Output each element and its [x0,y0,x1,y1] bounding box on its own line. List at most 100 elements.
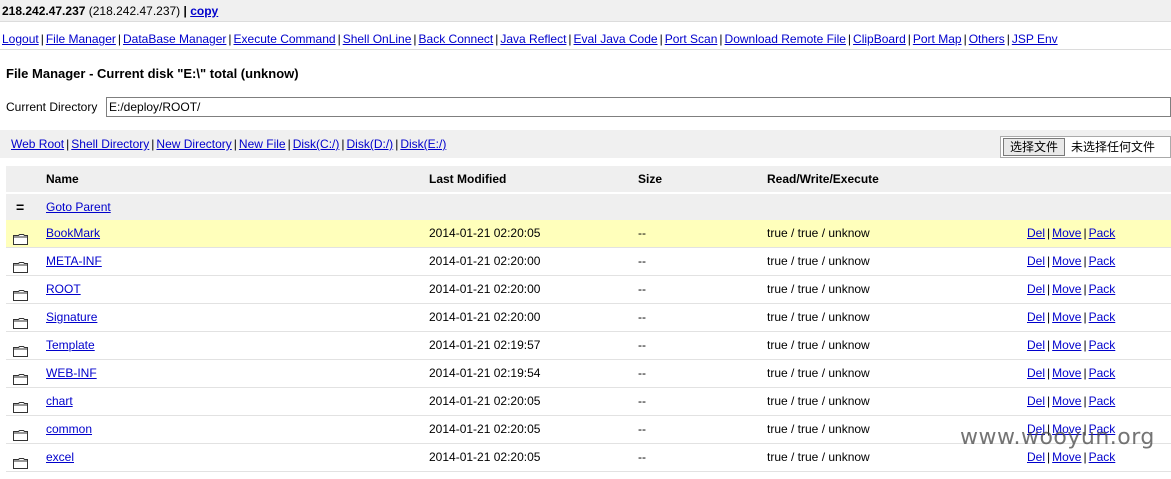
header-size: Size [638,172,663,186]
menu-separator: | [40,32,44,46]
menu-java-reflect[interactable]: Java Reflect [500,32,566,46]
delete-link[interactable]: Del [1027,338,1045,352]
table-row: META-INF 2014-01-21 02:20:00 -- true / true… [6,248,1171,276]
menu-port-map[interactable]: Port Map [913,32,962,46]
menu-clipboard[interactable]: ClipBoard [853,32,906,46]
file-size: -- [638,310,646,324]
copy-link[interactable]: copy [190,4,218,18]
file-name-link[interactable]: META-INF [46,248,102,275]
folder-icon [13,256,28,273]
file-name-link[interactable]: Template [46,332,95,359]
quick-link-disk-c[interactable]: Disk(C:/) [293,137,340,151]
folder-icon [13,424,28,441]
file-last-modified: 2014-01-21 02:20:00 [429,282,541,296]
table-row: chart 2014-01-21 02:20:05 -- true / true / … [6,388,1171,416]
action-separator: | [1083,394,1087,408]
pack-link[interactable]: Pack [1089,254,1116,268]
file-permissions: true / true / unknow [767,282,870,296]
delete-link[interactable]: Del [1027,254,1045,268]
delete-link[interactable]: Del [1027,282,1045,296]
file-name-link[interactable]: Signature [46,304,97,331]
current-directory-input[interactable] [106,97,1171,117]
quick-link-web-root[interactable]: Web Root [11,137,64,151]
file-toolbar: Web Root | Shell Directory | New Directory | N… [0,130,1171,158]
file-name-link[interactable]: WEB-INF [46,360,97,387]
quick-link-separator: | [287,137,291,151]
pack-link[interactable]: Pack [1089,450,1116,464]
quick-link-disk-e[interactable]: Disk(E:/) [400,137,446,151]
file-permissions: true / true / unknow [767,366,870,380]
host-ip-paren: (218.242.47.237) [88,4,181,18]
menu-download-remote-file[interactable]: Download Remote File [725,32,846,46]
delete-link[interactable]: Del [1027,366,1045,380]
file-name-link[interactable]: common [46,416,92,443]
menu-others[interactable]: Others [969,32,1005,46]
quick-link-new-directory[interactable]: New Directory [156,137,231,151]
file-name-link[interactable]: excel [46,444,74,471]
file-name-link[interactable]: BookMark [46,220,100,247]
folder-icon [13,312,28,329]
quick-link-disk-d[interactable]: Disk(D:/) [347,137,394,151]
pack-link[interactable]: Pack [1089,226,1116,240]
menu-back-connect[interactable]: Back Connect [419,32,494,46]
menu-separator: | [907,32,911,46]
quick-link-shell-directory[interactable]: Shell Directory [71,137,149,151]
file-size: -- [638,450,646,464]
menu-separator: | [228,32,232,46]
delete-link[interactable]: Del [1027,450,1045,464]
delete-link[interactable]: Del [1027,394,1045,408]
pack-link[interactable]: Pack [1089,338,1116,352]
file-last-modified: 2014-01-21 02:20:05 [429,450,541,464]
menu-port-scan[interactable]: Port Scan [665,32,718,46]
file-actions: Del | Move | Pack [1027,220,1115,247]
file-permissions: true / true / unknow [767,310,870,324]
quick-link-separator: | [341,137,345,151]
menu-execute-command[interactable]: Execute Command [234,32,336,46]
move-link[interactable]: Move [1052,338,1081,352]
menu-separator: | [847,32,852,46]
host-ip: 218.242.47.237 [2,4,86,18]
pack-link[interactable]: Pack [1089,366,1116,380]
file-upload[interactable]: 选择文件 未选择任何文件 [1000,136,1171,158]
folder-icon [13,284,28,301]
file-name-link[interactable]: ROOT [46,276,81,303]
menu-logout[interactable]: Logout [2,32,39,46]
file-last-modified: 2014-01-21 02:20:00 [429,310,541,324]
file-last-modified: 2014-01-21 02:19:57 [429,338,541,352]
move-link[interactable]: Move [1052,226,1081,240]
file-name-link[interactable]: chart [46,388,73,415]
menu-shell-online[interactable]: Shell OnLine [343,32,412,46]
file-actions: Del | Move | Pack [1027,388,1115,415]
menu-jsp-env[interactable]: JSP Env [1012,32,1058,46]
move-link[interactable]: Move [1052,282,1081,296]
move-link[interactable]: Move [1052,394,1081,408]
goto-parent-link[interactable]: Goto Parent [46,194,111,220]
move-link[interactable]: Move [1052,254,1081,268]
action-separator: | [1083,226,1087,240]
move-link[interactable]: Move [1052,310,1081,324]
quick-link-new-file[interactable]: New File [239,137,286,151]
file-size: -- [638,338,646,352]
page-title: File Manager - Current disk "E:\" total … [6,66,299,81]
file-actions: Del | Move | Pack [1027,248,1115,275]
pack-link[interactable]: Pack [1089,310,1116,324]
menu-separator: | [1006,32,1010,46]
move-link[interactable]: Move [1052,450,1081,464]
pack-link[interactable]: Pack [1089,394,1116,408]
action-separator: | [1083,366,1087,380]
delete-link[interactable]: Del [1027,226,1045,240]
header-permissions: Read/Write/Execute [767,172,879,186]
table-row: WEB-INF 2014-01-21 02:19:54 -- true / true … [6,360,1171,388]
menu-eval-java-code[interactable]: Eval Java Code [574,32,658,46]
choose-file-button[interactable]: 选择文件 [1003,138,1065,156]
menu-database-manager[interactable]: DataBase Manager [123,32,226,46]
pack-link[interactable]: Pack [1089,282,1116,296]
table-header: Name Last Modified Size Read/Write/Execu… [6,166,1171,192]
move-link[interactable]: Move [1052,366,1081,380]
action-separator: | [1083,254,1087,268]
table-row: BookMark 2014-01-21 02:20:05 -- true / true… [6,220,1171,248]
delete-link[interactable]: Del [1027,310,1045,324]
menu-file-manager[interactable]: File Manager [46,32,116,46]
file-size: -- [638,254,646,268]
table-row: Template 2014-01-21 02:19:57 -- true / true… [6,332,1171,360]
